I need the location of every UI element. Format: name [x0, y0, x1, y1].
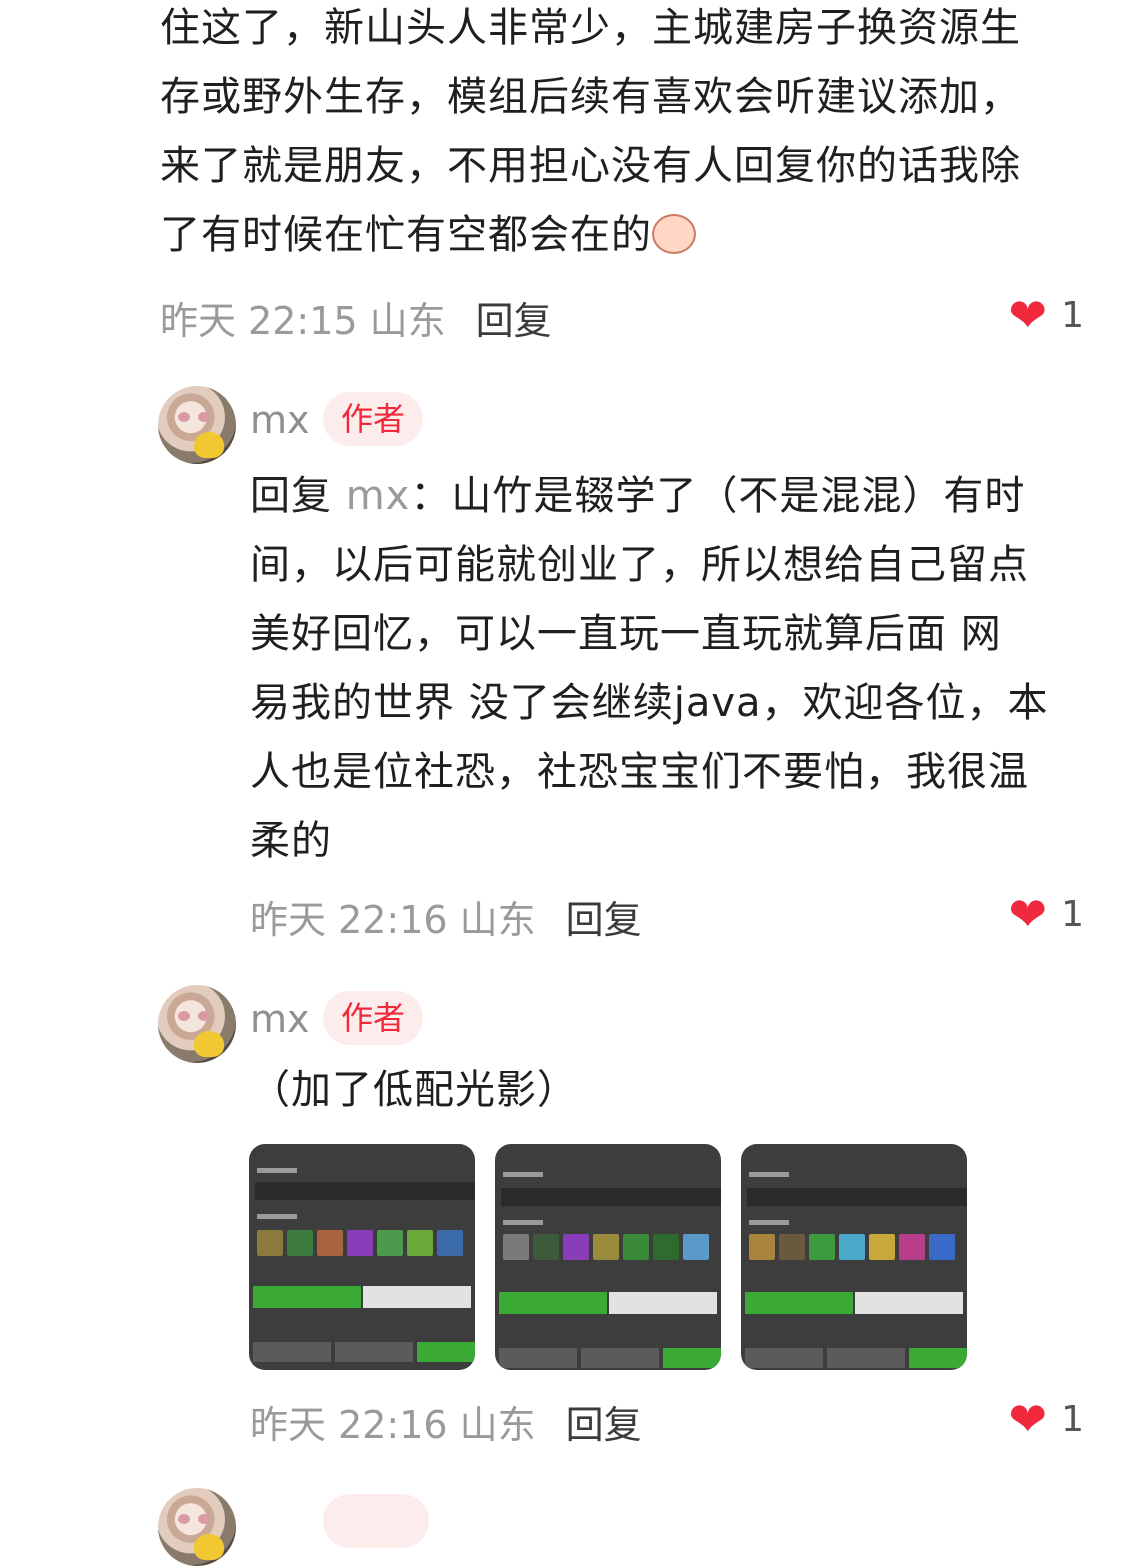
comment-3-reply-button[interactable]: 回复: [566, 1394, 642, 1449]
mod-tiles: [503, 1234, 709, 1260]
thumb-name-field: [255, 1182, 475, 1200]
thumb-tab-inactive: [609, 1292, 717, 1314]
author-badge: [323, 1494, 429, 1548]
avatar[interactable]: [158, 386, 236, 464]
comment-2-line-6: 柔的: [250, 818, 332, 864]
comment-2-line-1: 回复 mx：山竹是辍学了（不是混混）有时: [250, 462, 1100, 531]
thumb-label: [503, 1172, 543, 1177]
avatar[interactable]: [158, 985, 236, 1063]
comment-3-images: [249, 1144, 967, 1370]
thumb-tab-active: [499, 1292, 607, 1314]
comment-2-body: 回复 mx：山竹是辍学了（不是混混）有时 间，以后可能就创业了，所以想给自己留点…: [250, 462, 1100, 876]
comment-2-line-4: 易我的世界 没了会继续java，欢迎各位，本: [250, 680, 1049, 726]
mod-tiles: [257, 1230, 463, 1256]
thumb-tab-inactive: [855, 1292, 963, 1314]
comment-2-like-button[interactable]: ❤ 1: [1009, 891, 1084, 937]
reply-prefix: 回复: [250, 473, 332, 519]
mod-tiles: [749, 1234, 955, 1260]
thumb-tab-active: [253, 1286, 361, 1308]
comment-1-body: 住这了，新山头人非常少，主城建房子换资源生 存或野外生存，模组后续有喜欢会听建议…: [160, 0, 1100, 270]
thumb-label: [503, 1220, 543, 1225]
comment-3-body: （加了低配光影）: [250, 1067, 578, 1113]
comment-1-meta: 昨天 22:15 山东 回复: [160, 290, 552, 345]
baby-face-emoji-icon: [652, 214, 696, 254]
avatar[interactable]: [158, 1488, 236, 1566]
screenshot-thumbnail[interactable]: [495, 1144, 721, 1370]
comment-2-line-5: 人也是位社恐，社恐宝宝们不要怕，我很温: [250, 749, 1029, 795]
reply-to-user-link[interactable]: mx: [346, 473, 411, 519]
comment-1-reply-button[interactable]: 回复: [476, 290, 552, 345]
comment-2-line-2: 间，以后可能就创业了，所以想给自己留点: [250, 542, 1029, 588]
thumb-label: [257, 1214, 297, 1219]
comment-1-like-count: 1: [1061, 294, 1084, 336]
thumb-label: [257, 1168, 297, 1173]
screenshot-thumbnail[interactable]: [249, 1144, 475, 1370]
thumb-label: [749, 1220, 789, 1225]
heart-icon: ❤: [1008, 887, 1048, 941]
comment-1-like-button[interactable]: ❤ 1: [1009, 292, 1084, 338]
heart-icon: ❤: [1008, 288, 1048, 342]
thumb-name-field: [747, 1188, 967, 1206]
reply-separator: ：: [410, 473, 452, 519]
comment-2-line-1-text: 山竹是辍学了（不是混混）有时: [451, 473, 1026, 519]
comment-1-line-4: 了有时候在忙有空都会在的: [160, 201, 1100, 270]
thumb-label: [749, 1172, 789, 1177]
comment-3-like-button[interactable]: ❤ 1: [1009, 1396, 1084, 1442]
comment-1-line-2: 存或野外生存，模组后续有喜欢会听建议添加，: [160, 74, 1021, 120]
comment-3-username[interactable]: mx: [250, 991, 310, 1047]
heart-icon: ❤: [1008, 1392, 1048, 1446]
comment-2-time-location: 昨天 22:16 山东: [250, 897, 536, 942]
comment-1-time-location: 昨天 22:15 山东: [160, 298, 446, 343]
comment-2-line-3: 美好回忆，可以一直玩一直玩就算后面 网: [250, 611, 1002, 657]
comment-3-like-count: 1: [1061, 1398, 1084, 1440]
comment-2-like-count: 1: [1061, 893, 1084, 935]
comment-3-meta: 昨天 22:16 山东 回复: [250, 1394, 642, 1449]
comment-1-line-3: 来了就是朋友，不用担心没有人回复你的话我除: [160, 143, 1021, 189]
comment-2-reply-button[interactable]: 回复: [566, 889, 642, 944]
screenshot-thumbnail[interactable]: [741, 1144, 967, 1370]
author-badge: 作者: [323, 991, 424, 1045]
thumb-name-field: [501, 1188, 721, 1206]
comment-1-line-1: 住这了，新山头人非常少，主城建房子换资源生: [160, 5, 1021, 51]
comment-2-meta: 昨天 22:16 山东 回复: [250, 889, 642, 944]
comment-2-username[interactable]: mx: [250, 392, 310, 448]
thumb-tab-inactive: [363, 1286, 471, 1308]
comment-1-line-4-text: 了有时候在忙有空都会在的: [160, 212, 652, 258]
thumb-tab-active: [745, 1292, 853, 1314]
author-badge: 作者: [323, 392, 424, 446]
comment-3-time-location: 昨天 22:16 山东: [250, 1402, 536, 1447]
